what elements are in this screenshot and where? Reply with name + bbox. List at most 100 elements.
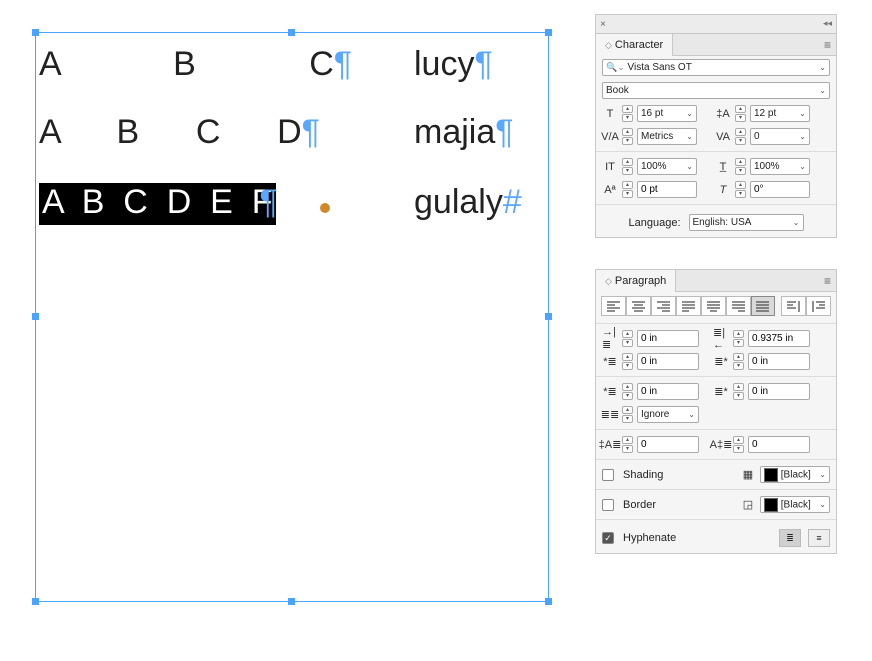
close-icon[interactable]: × bbox=[596, 19, 610, 30]
panel-menu-icon[interactable]: ≡ bbox=[824, 38, 831, 52]
frame-handle[interactable] bbox=[32, 313, 39, 320]
panel-tabs: ◇Paragraph ≡ bbox=[596, 270, 836, 292]
border-swatch-dropdown[interactable]: [Black]⌄ bbox=[760, 496, 830, 513]
left-indent-input[interactable] bbox=[637, 330, 699, 347]
frame-handle[interactable] bbox=[545, 598, 552, 605]
last-line-indent-input[interactable] bbox=[748, 353, 810, 370]
text-line-2-right[interactable]: majia¶ bbox=[414, 113, 514, 152]
baseline-stepper[interactable]: ▴▾ bbox=[622, 181, 633, 198]
frame-handle[interactable] bbox=[545, 29, 552, 36]
font-size-icon: T bbox=[602, 107, 618, 121]
vscale-input[interactable]: 100%⌄ bbox=[637, 158, 697, 175]
font-size-input[interactable]: 16 pt⌄ bbox=[637, 105, 697, 122]
language-label: Language: bbox=[629, 217, 681, 229]
paragraph-tab[interactable]: ◇Paragraph bbox=[596, 270, 676, 292]
chevron-icon: ◇ bbox=[605, 40, 612, 50]
leading-stepper[interactable]: ▴▾ bbox=[735, 105, 746, 122]
border-settings-icon[interactable]: ◲ bbox=[740, 498, 756, 512]
first-line-stepper[interactable]: ▴▾ bbox=[622, 353, 633, 370]
space-after-icon: ≣* bbox=[713, 385, 729, 399]
drop-chars-stepper[interactable]: ▴▾ bbox=[733, 436, 744, 453]
border-label: Border bbox=[623, 499, 736, 511]
span-stepper[interactable]: ▴▾ bbox=[622, 406, 633, 423]
leading-input[interactable]: 12 pt⌄ bbox=[750, 105, 810, 122]
shading-swatch-dropdown[interactable]: [Black]⌄ bbox=[760, 466, 830, 483]
language-dropdown[interactable]: English: USA⌄ bbox=[689, 214, 804, 231]
tracking-icon: VA bbox=[715, 130, 731, 144]
alignment-group bbox=[596, 292, 836, 320]
vscale-stepper[interactable]: ▴▾ bbox=[622, 158, 633, 175]
space-after-input[interactable] bbox=[748, 383, 810, 400]
skew-stepper[interactable]: ▴▾ bbox=[735, 181, 746, 198]
first-line-indent-input[interactable] bbox=[637, 353, 699, 370]
frame-handle[interactable] bbox=[288, 29, 295, 36]
align-away-spine-button[interactable] bbox=[806, 296, 831, 316]
border-checkbox[interactable] bbox=[602, 499, 614, 511]
space-before-stepper[interactable]: ▴▾ bbox=[622, 383, 633, 400]
composer-single-line-button[interactable]: ≡ bbox=[808, 529, 830, 547]
selected-text[interactable]: A B C D E F bbox=[39, 183, 276, 225]
drop-cap-lines-input[interactable] bbox=[637, 436, 699, 453]
pilcrow-icon: ¶ bbox=[260, 183, 278, 221]
tracking-input[interactable]: 0⌄ bbox=[750, 128, 810, 145]
paragraph-panel: ◇Paragraph ≡ →|≣ ▴▾ ≣|← ▴▾ *≣ ▴▾ ≣* ▴▾ *… bbox=[595, 269, 837, 554]
drop-lines-stepper[interactable]: ▴▾ bbox=[622, 436, 633, 453]
text-line-3-left[interactable]: A B C D E F¶ bbox=[39, 183, 294, 222]
shading-checkbox[interactable] bbox=[602, 469, 614, 481]
justify-right-button[interactable] bbox=[726, 296, 751, 316]
align-toward-spine-button[interactable] bbox=[781, 296, 806, 316]
last-line-stepper[interactable]: ▴▾ bbox=[733, 353, 744, 370]
text-line-3-right[interactable]: gulaly# bbox=[414, 183, 522, 222]
hscale-input[interactable]: 100%⌄ bbox=[750, 158, 810, 175]
shading-settings-icon[interactable]: ▦ bbox=[740, 468, 756, 482]
text-frame[interactable]: A B C¶ lucy¶ A B C D¶ majia¶ A B C D E F… bbox=[35, 32, 549, 602]
pilcrow-icon: ¶ bbox=[334, 45, 352, 83]
span-columns-dropdown[interactable]: Ignore⌄ bbox=[637, 406, 699, 423]
character-tab[interactable]: ◇Character bbox=[596, 34, 673, 56]
space-before-input[interactable] bbox=[637, 383, 699, 400]
panel-tabs: ◇Character ≡ bbox=[596, 34, 836, 56]
character-panel: × ◂◂ ◇Character ≡ 🔍⌄ Vista Sans OT⌄ Book… bbox=[595, 14, 837, 238]
composer-paragraph-button[interactable]: ≣ bbox=[779, 529, 801, 547]
kerning-stepper[interactable]: ▴▾ bbox=[622, 128, 633, 145]
right-indent-input[interactable] bbox=[748, 330, 810, 347]
hscale-icon: T̲ bbox=[715, 160, 731, 174]
skew-input[interactable] bbox=[750, 181, 810, 198]
right-indent-stepper[interactable]: ▴▾ bbox=[733, 330, 744, 347]
font-family-dropdown[interactable]: 🔍⌄ Vista Sans OT⌄ bbox=[602, 59, 830, 76]
hscale-stepper[interactable]: ▴▾ bbox=[735, 158, 746, 175]
align-right-button[interactable] bbox=[651, 296, 676, 316]
font-size-stepper[interactable]: ▴▾ bbox=[622, 105, 633, 122]
drop-cap-chars-icon: A‡≣ bbox=[713, 438, 729, 452]
left-indent-icon: →|≣ bbox=[602, 332, 618, 346]
baseline-shift-input[interactable] bbox=[637, 181, 697, 198]
tracking-stepper[interactable]: ▴▾ bbox=[735, 128, 746, 145]
space-before-icon: *≣ bbox=[602, 385, 618, 399]
justify-left-button[interactable] bbox=[676, 296, 701, 316]
left-indent-stepper[interactable]: ▴▾ bbox=[622, 330, 633, 347]
last-line-indent-icon: ≣* bbox=[713, 355, 729, 369]
frame-handle[interactable] bbox=[545, 313, 552, 320]
hyphenate-label: Hyphenate bbox=[623, 532, 775, 544]
collapse-icon[interactable]: ◂◂ bbox=[823, 18, 832, 29]
shading-label: Shading bbox=[623, 469, 736, 481]
insertion-point-icon bbox=[320, 203, 330, 213]
align-center-button[interactable] bbox=[626, 296, 651, 316]
kerning-dropdown[interactable]: Metrics⌄ bbox=[637, 128, 697, 145]
text-line-1-right[interactable]: lucy¶ bbox=[414, 45, 493, 84]
hyphenate-checkbox[interactable]: ✓ bbox=[602, 532, 614, 544]
frame-handle[interactable] bbox=[32, 598, 39, 605]
drop-cap-chars-input[interactable] bbox=[748, 436, 810, 453]
frame-handle[interactable] bbox=[288, 598, 295, 605]
justify-all-button[interactable] bbox=[751, 296, 776, 316]
frame-handle[interactable] bbox=[32, 29, 39, 36]
panel-titlebar[interactable]: × ◂◂ bbox=[596, 15, 836, 34]
panel-menu-icon[interactable]: ≡ bbox=[824, 274, 831, 288]
justify-center-button[interactable] bbox=[701, 296, 726, 316]
space-after-stepper[interactable]: ▴▾ bbox=[733, 383, 744, 400]
align-left-button[interactable] bbox=[601, 296, 626, 316]
font-style-dropdown[interactable]: Book⌄ bbox=[602, 82, 830, 99]
text-line-2-left[interactable]: A B C D¶ bbox=[39, 113, 320, 152]
right-indent-icon: ≣|← bbox=[713, 332, 729, 346]
text-line-1-left[interactable]: A B C¶ bbox=[39, 45, 352, 84]
